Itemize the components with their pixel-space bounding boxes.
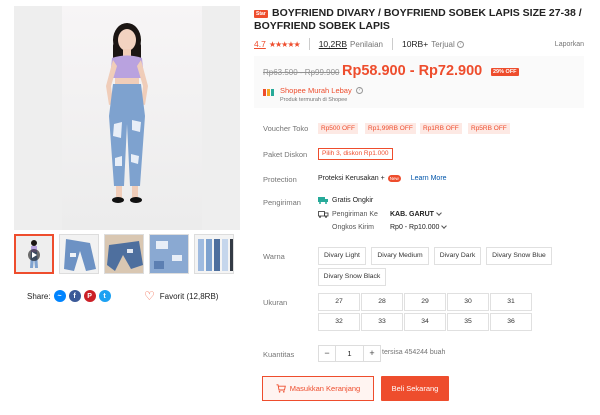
twitter-icon[interactable]: t	[98, 290, 111, 302]
shipping-cost-value[interactable]: Rp0 - Rp10.000	[390, 224, 439, 231]
favorite-label: Favorit (12,8RB)	[159, 291, 219, 301]
protection-row: Proteksi Kerusakan + New Learn More	[318, 175, 447, 182]
shop-promo-icon	[263, 89, 275, 96]
thumbnail-video[interactable]	[14, 234, 54, 274]
voucher-chip-4[interactable]: Rp5RB OFF	[468, 123, 510, 134]
reviews-label: Penilaian	[350, 39, 383, 49]
thumbnail-2[interactable]	[59, 234, 99, 274]
thumbnail-4[interactable]	[149, 234, 189, 274]
quantity-decrease-button[interactable]: −	[318, 345, 336, 362]
free-shipping-icon	[318, 197, 328, 204]
stock-remaining: tersisa 454244 buah	[382, 349, 446, 356]
color-option-2[interactable]: Divary Medium	[371, 247, 429, 265]
chevron-down-icon[interactable]	[436, 210, 442, 216]
shop-promo-subtitle: Produk termurah di Shopee	[280, 97, 348, 103]
ship-to-value[interactable]: KAB. GARUT	[390, 211, 434, 218]
pinterest-icon[interactable]: P	[83, 290, 96, 302]
new-badge: New	[387, 175, 401, 182]
play-icon[interactable]	[28, 249, 40, 261]
question-icon[interactable]: ?	[355, 87, 363, 94]
divider	[391, 38, 393, 50]
learn-more-link[interactable]: Learn More	[411, 175, 447, 182]
question-icon[interactable]: ?	[456, 40, 464, 48]
size-option-36[interactable]: 36	[490, 313, 532, 331]
size-option-28[interactable]: 28	[361, 293, 403, 311]
voucher-chip-3[interactable]: Rp1RB OFF	[420, 123, 462, 134]
size-option-35[interactable]: 35	[447, 313, 489, 331]
product-title-line1: BOYFRIEND DIVARY / BOYFRIEND SOBEK LAPIS…	[272, 7, 582, 19]
free-shipping-text: Gratis Ongkir	[332, 197, 374, 204]
size-option-32[interactable]: 32	[318, 313, 360, 331]
protection-label: Protection	[263, 175, 297, 184]
messenger-icon[interactable]: ~	[53, 290, 66, 302]
product-title-line2: BOYFRIEND SOBEK LAPIS	[254, 20, 390, 32]
rating-stars: ★★★★★	[268, 39, 301, 49]
add-to-cart-label: Masukkan Keranjang	[289, 384, 361, 393]
heart-icon: ♡	[144, 289, 155, 303]
quantity-increase-button[interactable]: +	[363, 345, 381, 362]
jeans-closeup	[150, 235, 188, 273]
cart-icon	[276, 384, 286, 393]
size-option-34[interactable]: 34	[404, 313, 446, 331]
voucher-label: Voucher Toko	[263, 124, 309, 133]
color-option-1[interactable]: Divary Light	[318, 247, 366, 265]
model-illustration	[106, 23, 148, 203]
facebook-icon[interactable]: f	[68, 290, 81, 302]
thumbnail-5[interactable]	[194, 234, 234, 274]
shop-promo-name[interactable]: Shopee Murah Lebay	[280, 86, 352, 95]
truck-icon	[318, 211, 329, 218]
price-panel: Rp63.500 - Rp99.900 Rp58.900 - Rp72.900 …	[254, 56, 584, 108]
thumbnail-3[interactable]	[104, 234, 144, 274]
size-option-29[interactable]: 29	[404, 293, 446, 311]
quantity-input[interactable]: 1	[336, 345, 363, 362]
protection-text: Proteksi Kerusakan +	[318, 175, 385, 182]
shipping-cost-row: Ongkos Kirim Rp0 - Rp10.000	[332, 223, 448, 231]
shipping-label: Pengiriman	[263, 198, 301, 207]
free-shipping-row: Gratis Ongkir	[318, 197, 373, 204]
star-seller-badge: Star	[254, 10, 268, 18]
divider	[308, 38, 310, 50]
color-label: Warna	[263, 252, 285, 261]
chevron-down-icon[interactable]	[441, 223, 448, 229]
shop-promo[interactable]: Shopee Murah Lebay ? Produk termurah di …	[263, 86, 363, 103]
sold-label: Terjual	[431, 39, 455, 49]
quantity-label: Kuantitas	[263, 350, 295, 359]
rating-score[interactable]: 4.7	[254, 39, 266, 49]
color-option-3[interactable]: Divary Dark	[434, 247, 481, 265]
share-label: Share:	[27, 291, 51, 301]
shipping-cost-label: Ongkos Kirim	[332, 224, 375, 231]
jeans-flatlay	[60, 235, 98, 273]
jeans-variants	[195, 235, 233, 273]
rating-row: 4.7 ★★★★★ 10,2RB Penilaian 10RB+ Terjual…	[254, 38, 584, 50]
thumbnail-strip	[14, 234, 234, 274]
buy-now-button[interactable]: Beli Sekarang	[381, 376, 449, 401]
reviews-count[interactable]: 10,2RB	[319, 39, 347, 49]
current-price: Rp58.900 - Rp72.900	[342, 63, 483, 79]
ship-to-label: Pengiriman Ke	[332, 211, 378, 218]
original-price: Rp63.500 - Rp99.900	[263, 68, 340, 77]
size-option-30[interactable]: 30	[447, 293, 489, 311]
buy-now-label: Beli Sekarang	[391, 384, 439, 393]
share-row: Share: ~ f P t	[27, 290, 111, 302]
size-option-33[interactable]: 33	[361, 313, 403, 331]
discount-badge: 29% OFF	[491, 68, 519, 76]
add-to-cart-button[interactable]: Masukkan Keranjang	[262, 376, 374, 401]
size-option-31[interactable]: 31	[490, 293, 532, 311]
bundle-deal-chip[interactable]: Pilih 3, diskon Rp1.000	[318, 148, 393, 160]
sold-count: 10RB+	[401, 39, 429, 49]
jeans-flatlay-dark	[105, 235, 143, 273]
color-option-5[interactable]: Divary Snow Black	[318, 268, 386, 286]
voucher-chip-2[interactable]: Rp1,99RB OFF	[365, 123, 416, 134]
favorite-button[interactable]: ♡ Favorit (12,8RB)	[144, 290, 218, 302]
size-label: Ukuran	[263, 298, 288, 307]
quantity-stepper: − 1 +	[318, 345, 381, 362]
voucher-chip-1[interactable]: Rp500 OFF	[318, 123, 358, 134]
ship-to-row: Pengiriman Ke KAB. GARUT	[318, 210, 442, 218]
product-title: BOYFRIEND DIVARY / BOYFRIEND SOBEK LAPIS…	[254, 7, 592, 33]
color-option-4[interactable]: Divary Snow Blue	[486, 247, 552, 265]
report-link[interactable]: Laporkan	[555, 41, 584, 48]
size-option-27[interactable]: 27	[318, 293, 360, 311]
bundle-label: Paket Diskon	[263, 150, 308, 159]
main-product-image[interactable]	[14, 6, 240, 230]
